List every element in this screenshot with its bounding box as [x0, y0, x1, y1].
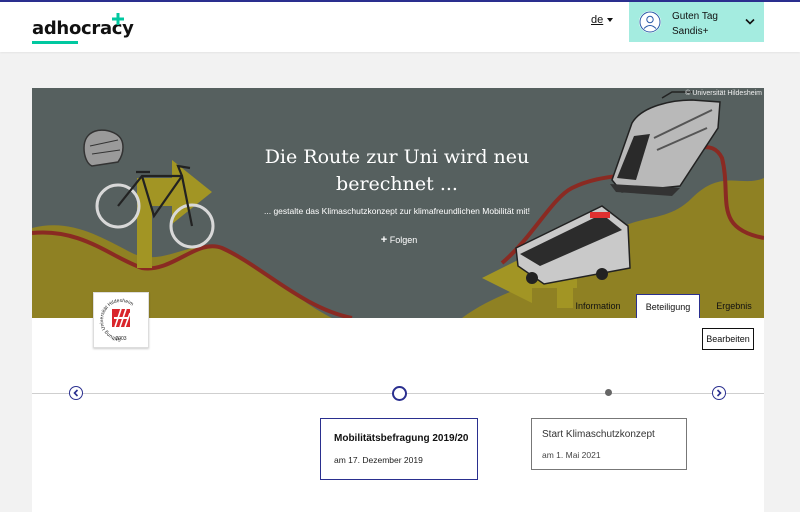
logo-underline [32, 41, 78, 44]
avatar [639, 11, 661, 33]
user-greeting: Guten Tag [672, 11, 718, 22]
follow-label: Folgen [389, 235, 418, 245]
timeline-phase-marker-active[interactable] [392, 386, 407, 401]
user-name: Sandis+ [672, 26, 709, 37]
user-icon [639, 11, 661, 33]
plus-icon: + [380, 234, 388, 246]
chevron-right-icon [716, 389, 722, 397]
phase-card-active[interactable]: Mobilitätsbefragung 2019/20 am 17. Dezem… [320, 418, 478, 480]
tab-ergebnis[interactable]: Ergebnis [702, 294, 764, 318]
user-menu[interactable]: Guten Tag Sandis+ [629, 2, 764, 42]
caret-down-icon [607, 18, 614, 23]
language-selector[interactable]: de [591, 14, 614, 26]
phase-title: Start Klimaschutzkonzept [542, 429, 655, 440]
phase-title: Mobilitätsbefragung 2019/20 [334, 433, 469, 444]
tab-beteiligung[interactable]: Beteiligung [636, 294, 700, 318]
image-credit: © Universität Hildesheim [685, 90, 762, 97]
project-hero: © Universität Hildesheim Die Route zur U… [32, 88, 764, 318]
timeline-prev-button[interactable] [69, 386, 83, 400]
logo-plus-icon [112, 13, 124, 25]
project-subtitle: ... gestalte das Klimaschutzkonzept zur … [264, 206, 530, 216]
chevron-left-icon [73, 389, 79, 397]
site-header: adhocracy de Guten Tag Sandis+ [0, 2, 800, 52]
phase-card[interactable]: Start Klimaschutzkonzept am 1. Mai 2021 [531, 418, 687, 470]
language-label: de [591, 14, 604, 26]
edit-button[interactable]: Bearbeiten [702, 328, 754, 350]
timeline-next-button[interactable] [712, 386, 726, 400]
university-seal-icon: Stiftung Universität Hildesheim 2003 [99, 298, 134, 342]
tab-information[interactable]: Information [564, 294, 632, 318]
timeline-phase-marker[interactable] [605, 389, 612, 396]
organisation-logo: Stiftung Universität Hildesheim 2003 [93, 292, 149, 348]
phase-date: am 17. Dezember 2019 [334, 455, 423, 465]
svg-text:2003: 2003 [115, 336, 126, 342]
phase-date: am 1. Mai 2021 [542, 450, 601, 460]
follow-button[interactable]: + Folgen [362, 232, 436, 248]
hero-illustration [32, 88, 764, 318]
chevron-down-icon [745, 18, 755, 25]
project-card: © Universität Hildesheim Die Route zur U… [32, 88, 764, 512]
project-title: Die Route zur Uni wird neu berechnet ... [264, 146, 530, 195]
